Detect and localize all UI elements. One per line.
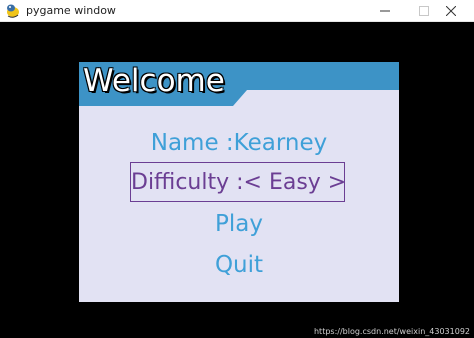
minimize-icon xyxy=(380,10,390,12)
close-icon xyxy=(446,6,456,16)
menu-header-bar: Welcome xyxy=(79,62,399,106)
name-menu-item[interactable]: Name :Kearney xyxy=(79,130,399,156)
menu-title: Welcome xyxy=(83,63,225,99)
play-button[interactable]: Play xyxy=(79,211,399,237)
close-button[interactable] xyxy=(428,0,474,22)
quit-button[interactable]: Quit xyxy=(79,252,399,278)
window-title: pygame window xyxy=(26,4,116,17)
python-snake-icon xyxy=(5,3,21,19)
difficulty-label: Difficulty :< Easy > xyxy=(131,170,347,195)
watermark-text: https://blog.csdn.net/weixin_43031092 xyxy=(313,327,470,336)
main-menu: Welcome Name :Kearney Difficulty :< Easy… xyxy=(79,62,399,302)
difficulty-menu-item[interactable]: Difficulty :< Easy > xyxy=(130,162,347,202)
window-titlebar[interactable]: pygame window xyxy=(0,0,474,22)
